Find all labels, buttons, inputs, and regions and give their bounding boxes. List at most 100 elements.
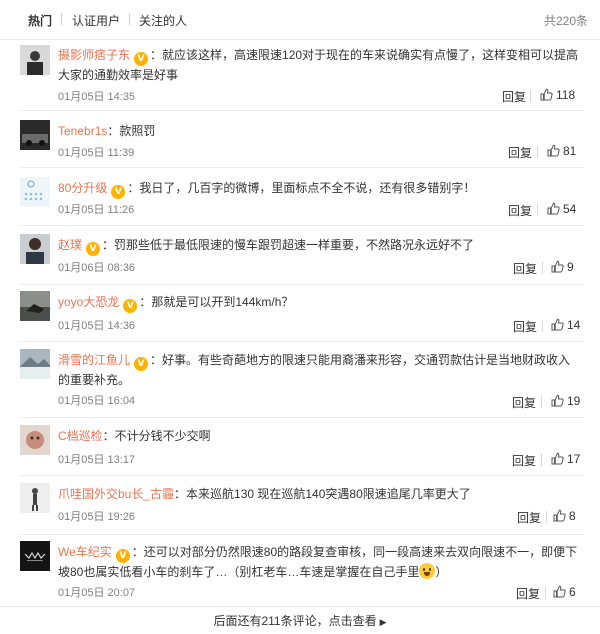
comment-content: ：还可以对部分仍然限速80的路段复查审核，同一段高速来去双向限速不一，即便下坡8… [58,545,578,579]
like-button[interactable]: 118 [540,88,575,102]
comment-content: ：好事。有些奇葩地方的限速只能用裔潘来形容，交通罚款估计是当地财政收入的重要补充… [58,353,571,387]
reply-button[interactable]: 回复 [517,509,541,526]
verified-badge-icon: V [115,549,130,563]
like-count: 118 [556,88,576,102]
comment-divider [20,417,584,418]
like-button[interactable]: 8 [553,509,576,523]
comment-divider [20,110,584,111]
thumbs-up-icon [551,318,564,331]
reply-button[interactable]: 回复 [516,585,540,602]
play-arrow-icon: ▶ [379,618,387,628]
avatar[interactable] [20,291,50,321]
reply-button[interactable]: 回复 [508,144,532,161]
comment-text-block: We车纪实 V ：还可以对部分仍然限速80的路段复查审核，同一段高速来去双向限速不一… [58,543,582,582]
comment-username[interactable]: 爪哇国外交bu长_古霾 [58,487,174,501]
tab-verified-users[interactable]: 认证用户 [72,12,120,29]
reply-button[interactable]: 回复 [508,202,532,219]
comment-divider [20,225,584,226]
tab-divider [61,13,62,25]
load-more-label: 后面还有211条评论，点击查看 [213,614,377,628]
comment-divider [20,284,584,285]
comment-timestamp: 01月05日 14:35 [58,91,136,103]
avatar[interactable] [20,425,50,455]
comment-content-end: ） [435,565,448,579]
comment-content: ：不计分钱不少交啊 [102,429,211,443]
comment-text-block: 滑雪的江鱼儿 V ：好事。有些奇葩地方的限速只能用裔潘来形容，交通罚款估计是当地财政… [58,351,582,390]
comment-timestamp: 01月06日 08:36 [58,262,136,274]
comment-username[interactable]: yoyo大恐龙 [58,295,119,309]
action-divider [541,396,542,408]
comment-text-block: 摄影师痞子东 V ：就应该这样，高速限速120对于现在的车来说确实有点慢了，这样变相… [58,46,582,85]
avatar[interactable] [20,483,50,513]
comment-username[interactable]: We车纪实 [58,545,112,559]
comment-content: ：本来巡航130 现在巡航140突遇80限速追尾几率更大了 [174,487,471,501]
comment-text-block: 爪哇国外交bu长_古霾：本来巡航130 现在巡航140突遇80限速追尾几率更大了 [58,485,582,504]
like-button[interactable]: 14 [551,318,580,332]
verified-badge-icon: V [111,185,126,199]
tab-hot[interactable]: 热门 [28,12,52,29]
comment-text-block: C档巡检：不计分钱不少交啊 [58,427,582,446]
like-button[interactable]: 6 [553,585,576,599]
comment-divider [20,475,584,476]
avatar[interactable] [20,234,50,264]
like-count: 8 [569,509,576,523]
comment-username[interactable]: 赵璞 [58,238,82,252]
reply-button[interactable]: 回复 [502,88,526,105]
load-more-comments-link[interactable]: 后面还有211条评论，点击查看 ▶ [0,606,600,634]
reply-button[interactable]: 回复 [513,260,537,277]
avatar[interactable] [20,349,50,379]
reply-button[interactable]: 回复 [512,452,536,469]
comment-username[interactable]: C档巡检 [58,429,103,443]
reply-button[interactable]: 回复 [512,394,536,411]
comment-content: ：那就是可以开到144km/h？ [139,295,294,309]
like-count: 17 [567,452,581,466]
thumbs-up-icon [540,88,553,101]
verified-badge-icon: V [123,299,138,313]
comment-divider [20,341,584,342]
comment-timestamp: 01月05日 11:26 [58,204,135,216]
action-divider [545,587,546,599]
like-count: 6 [569,585,576,599]
action-divider [546,511,547,523]
verified-badge-icon: V [86,242,101,256]
action-divider [542,320,543,332]
like-button[interactable]: 81 [547,144,576,158]
avatar[interactable] [20,541,50,571]
like-count: 9 [567,260,574,274]
action-divider [541,454,542,466]
comment-text-block: yoyo大恐龙 V ：那就是可以开到144km/h？ [58,293,582,313]
avatar[interactable] [20,177,50,207]
thumbs-up-icon [553,585,566,598]
reply-button[interactable]: 回复 [513,318,537,335]
action-divider [530,90,531,102]
comment-username[interactable]: 滑雪的江鱼儿 [58,353,130,367]
thumbs-up-icon [551,260,564,273]
comment-username[interactable]: 80分升级 [58,181,107,195]
comment-username[interactable]: 摄影师痞子东 [58,48,130,62]
comment-timestamp: 01月05日 16:04 [58,395,136,407]
like-button[interactable]: 19 [551,394,580,408]
thumbs-up-icon [553,509,566,522]
thumbs-up-icon [547,144,560,157]
comment-username[interactable]: Tenebr1s [58,124,107,138]
comment-timestamp: 01月05日 20:07 [58,587,136,599]
like-count: 14 [567,318,581,332]
action-divider [537,204,538,216]
comment-total-count: 共220条 [543,14,588,28]
like-count: 19 [567,394,581,408]
comment-divider [20,534,584,535]
comment-timestamp: 01月05日 11:39 [58,147,135,159]
comment-text-block: 80分升级 V ：我日了，几百字的微博，里面标点不全不说，还有很多错别字！ [58,179,582,199]
like-button[interactable]: 17 [551,452,580,466]
comment-timestamp: 01月05日 19:26 [58,511,136,523]
like-button[interactable]: 54 [547,202,576,216]
comment-timestamp: 01月05日 13:17 [58,454,136,466]
comment-text-block: Tenebr1s：款照罚 [58,122,582,141]
like-button[interactable]: 9 [551,260,574,274]
comment-timestamp: 01月05日 14:36 [58,320,136,332]
comment-content: ：我日了，几百字的微博，里面标点不全不说，还有很多错别字！ [127,181,476,195]
tab-following[interactable]: 关注的人 [139,12,187,29]
laughing-emoji-icon [419,563,436,579]
avatar[interactable] [20,45,50,75]
avatar[interactable] [20,120,50,150]
